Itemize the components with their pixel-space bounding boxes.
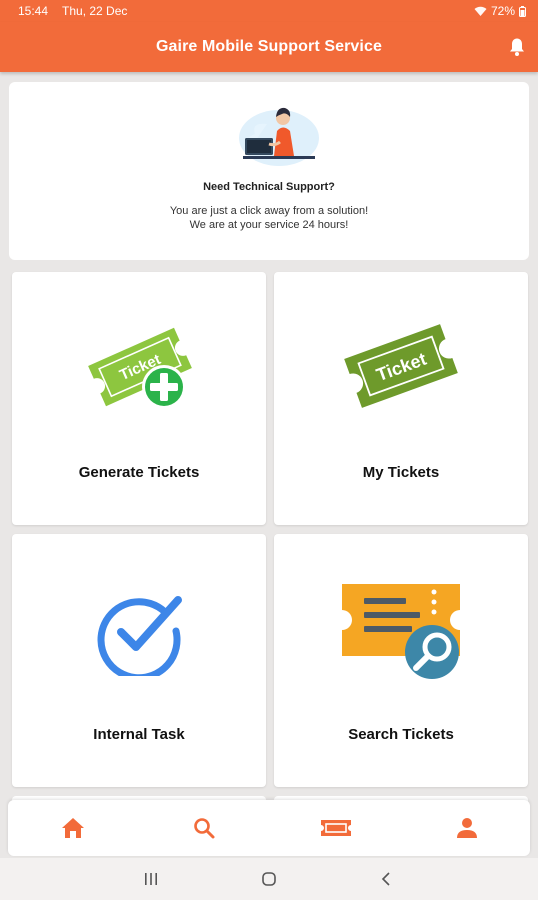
bell-icon[interactable] xyxy=(508,37,526,57)
support-heading: Need Technical Support? xyxy=(203,181,335,193)
ticket-plus-icon: Ticket xyxy=(88,327,192,409)
status-right: 72% xyxy=(474,4,526,18)
support-line-2: We are at your service 24 hours! xyxy=(189,219,349,231)
generate-tickets-tile[interactable]: Ticket Generate Tickets xyxy=(12,272,266,525)
internal-task-tile[interactable]: Internal Task xyxy=(12,534,266,787)
tile-label: Search Tickets xyxy=(348,726,454,743)
support-agent-illustration xyxy=(239,107,319,166)
status-bar: 15:44 Thu, 22 Dec 72% xyxy=(0,0,538,22)
tile-label: Internal Task xyxy=(93,726,185,743)
tile-label: Generate Tickets xyxy=(78,464,200,481)
system-nav-bar xyxy=(0,858,538,900)
ticket-icon: Ticket xyxy=(344,324,458,408)
app-bar: Gaire Mobile Support Service xyxy=(0,22,538,72)
ticket-icon[interactable] xyxy=(320,816,352,840)
app-title: Gaire Mobile Support Service xyxy=(156,38,382,55)
ticket-search-icon xyxy=(342,584,460,679)
status-time: 15:44 xyxy=(18,4,49,18)
my-tickets-tile[interactable]: Ticket My Tickets xyxy=(274,272,528,525)
search-icon[interactable] xyxy=(191,816,217,840)
status-date: Thu, 22 Dec xyxy=(62,4,128,18)
recents-icon[interactable] xyxy=(142,870,160,888)
home-icon[interactable] xyxy=(60,816,86,840)
check-circle-icon xyxy=(97,596,182,676)
battery-icon xyxy=(519,5,526,17)
person-icon[interactable] xyxy=(454,816,480,840)
search-tickets-tile[interactable]: Search Tickets xyxy=(274,534,528,787)
support-banner: Need Technical Support? You are just a c… xyxy=(9,82,529,260)
tile-label: My Tickets xyxy=(362,464,440,481)
wifi-icon xyxy=(474,6,487,16)
battery-percent: 72% xyxy=(490,4,515,18)
home-circle-icon[interactable] xyxy=(260,870,278,888)
support-line-1: You are just a click away from a solutio… xyxy=(169,205,369,217)
bottom-nav xyxy=(8,800,530,856)
back-icon[interactable] xyxy=(378,870,396,888)
